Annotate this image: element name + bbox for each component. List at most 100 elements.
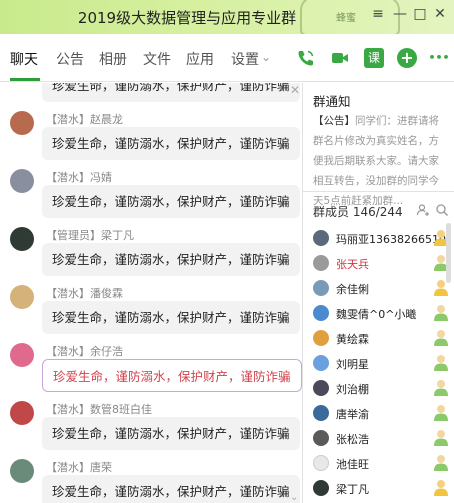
more-options-button[interactable]: ••• — [428, 48, 450, 68]
member-name: 池佳旺 — [336, 458, 369, 471]
member-item[interactable]: 张松浩 — [313, 428, 453, 450]
window-title: 2019级大数据管理与应用专业群 — [77, 9, 297, 27]
menu-icon[interactable]: ≡ — [368, 6, 388, 26]
message-bubble[interactable]: 珍爱生命，谨防溺水，保护财产，谨防诈骗 — [42, 185, 300, 218]
member-list-scrollbar[interactable] — [446, 223, 451, 283]
avatar[interactable] — [10, 401, 34, 425]
add-member-icon[interactable] — [416, 203, 430, 217]
message-bubble[interactable]: 珍爱生命，谨防溺水，保护财产，谨防诈骗 — [42, 417, 300, 450]
avatar — [313, 255, 329, 271]
tab-album[interactable]: 相册 — [99, 49, 127, 69]
notice-title: 群通知 — [313, 94, 351, 109]
search-icon[interactable] — [435, 203, 449, 217]
avatar[interactable] — [10, 169, 34, 193]
close-button[interactable]: ✕ — [430, 6, 450, 26]
member-name: 唐举渝 — [336, 408, 369, 421]
message-sender: 【潜水】数管8班白佳 — [46, 403, 152, 416]
avatar — [313, 230, 329, 246]
member-badge-icon — [434, 405, 448, 421]
message-sender: 【潜水】余仔浩 — [46, 345, 123, 358]
avatar[interactable] — [10, 285, 34, 309]
message-item: 【潜水】余仔浩 珍爱生命，谨防溺水，保护财产，谨防诈骗 — [10, 343, 302, 403]
member-name: 刘治棚 — [336, 383, 369, 396]
chevron-down-icon[interactable]: ⌄ — [261, 50, 271, 64]
message-sender: 【管理员】梁丁凡 — [46, 229, 134, 242]
add-button[interactable]: + — [397, 48, 417, 68]
avatar — [313, 280, 329, 296]
phone-call-icon[interactable] — [296, 48, 316, 68]
avatar[interactable] — [10, 343, 34, 367]
member-item[interactable]: 张天兵 — [313, 253, 453, 275]
member-name: 张松浩 — [336, 433, 369, 446]
member-item[interactable]: 玛丽亚13638266510 — [313, 228, 453, 250]
notice-text: 同学们：进群请将群名片修改为真实姓名，方便我后期联系大家。请大家相互转告，没加群… — [313, 115, 439, 207]
avatar — [313, 405, 329, 421]
member-badge-icon — [434, 430, 448, 446]
member-name: 玛丽亚13638266510 — [336, 233, 446, 246]
tab-notice[interactable]: 公告 — [56, 49, 84, 69]
member-name: 刘明星 — [336, 358, 369, 371]
member-badge-icon — [434, 480, 448, 496]
message-sender: 【潜水】赵晨龙 — [46, 113, 123, 126]
member-name: 梁丁凡 — [336, 483, 369, 496]
message-bubble[interactable]: 珍爱生命，谨防溺水，保护财产，谨防诈骗 — [42, 301, 300, 334]
tab-apps[interactable]: 应用 — [186, 49, 214, 69]
message-sender: 【潜水】冯婧 — [46, 171, 112, 184]
minimize-button[interactable]: — — [390, 6, 410, 26]
course-button[interactable]: 课 — [364, 48, 384, 68]
message-item: 【潜水】唐荣 珍爱生命，谨防溺水，保护财产，谨防诈骗 — [10, 459, 300, 503]
message-bubble-highlighted[interactable]: 珍爱生命，谨防溺水，保护财产，谨防诈骗 — [42, 359, 302, 392]
message-item: 【管理员】梁丁凡 珍爱生命，谨防溺水，保护财产，谨防诈骗 — [10, 227, 300, 287]
message-bubble[interactable]: 珍爱生命，谨防溺水，保护财产，谨防诈骗 — [42, 475, 300, 503]
message-item: 【潜水】赵晨龙 珍爱生命，谨防溺水，保护财产，谨防诈骗 — [10, 111, 300, 171]
member-name: 魏雯倩^0^小曦 — [336, 308, 417, 321]
chat-area[interactable]: 珍爱生命，谨防溺水，保护财产，谨防诈骗 【潜水】赵晨龙 珍爱生命，谨防溺水，保护… — [0, 83, 302, 503]
message-item: 【潜水】冯婧 珍爱生命，谨防溺水，保护财产，谨防诈骗 — [10, 169, 300, 229]
avatar — [313, 455, 329, 471]
notice-tag: 【公告】 — [313, 115, 355, 127]
tab-chat[interactable]: 聊天 — [10, 49, 38, 69]
member-item[interactable]: 魏雯倩^0^小曦 — [313, 303, 453, 325]
member-item[interactable]: 池佳旺 — [313, 453, 453, 475]
avatar[interactable] — [10, 227, 34, 251]
avatar — [313, 305, 329, 321]
close-icon[interactable]: ✕ — [290, 83, 300, 97]
message-sender: 【潜水】潘俊霖 — [46, 287, 123, 300]
avatar — [313, 355, 329, 371]
avatar — [313, 430, 329, 446]
member-item[interactable]: 唐举渝 — [313, 403, 453, 425]
scroll-down-icon[interactable]: ⌄ — [290, 492, 298, 503]
member-name: 张天兵 — [336, 258, 369, 271]
member-count-title: 群成员 146/244 — [313, 205, 403, 219]
message-bubble[interactable]: 珍爱生命，谨防溺水，保护财产，谨防诈骗 — [42, 83, 300, 102]
member-badge-icon — [434, 380, 448, 396]
avatar — [313, 380, 329, 396]
member-name: 余佳俐 — [336, 283, 369, 296]
tab-files[interactable]: 文件 — [143, 49, 171, 69]
avatar[interactable] — [10, 459, 34, 483]
maximize-button[interactable]: □ — [410, 6, 430, 26]
member-item[interactable]: 刘治棚 — [313, 378, 453, 400]
avatar — [313, 480, 329, 496]
divider — [303, 191, 454, 192]
member-badge-icon — [434, 455, 448, 471]
member-badge-icon — [434, 355, 448, 371]
right-panel: 群通知 【公告】同学们：进群请将群名片修改为真实姓名，方便我后期联系大家。请大家… — [302, 83, 454, 503]
tab-settings[interactable]: 设置 — [231, 49, 259, 69]
message-item: 【潜水】潘俊霖 珍爱生命，谨防溺水，保护财产，谨防诈骗 — [10, 285, 300, 345]
notice-body[interactable]: 【公告】同学们：进群请将群名片修改为真实姓名，方便我后期联系大家。请大家相互转告… — [313, 111, 443, 211]
member-item[interactable]: 余佳俐 — [313, 278, 453, 300]
member-item[interactable]: 黄绘霖 — [313, 328, 453, 350]
avatar — [313, 330, 329, 346]
member-item[interactable]: 刘明星 — [313, 353, 453, 375]
avatar[interactable] — [10, 111, 34, 135]
active-tab-indicator — [10, 78, 40, 81]
member-badge-icon — [434, 305, 448, 321]
message-sender: 【潜水】唐荣 — [46, 461, 112, 474]
member-item[interactable]: 梁丁凡 — [313, 478, 453, 500]
video-call-icon[interactable] — [330, 48, 350, 68]
tab-bar: 聊天 公告 相册 文件 应用 设置 ⌄ 课 + ••• — [0, 34, 454, 82]
member-badge-icon — [434, 330, 448, 346]
message-bubble[interactable]: 珍爱生命，谨防溺水，保护财产，谨防诈骗 — [42, 243, 300, 276]
message-bubble[interactable]: 珍爱生命，谨防溺水，保护财产，谨防诈骗 — [42, 127, 300, 160]
